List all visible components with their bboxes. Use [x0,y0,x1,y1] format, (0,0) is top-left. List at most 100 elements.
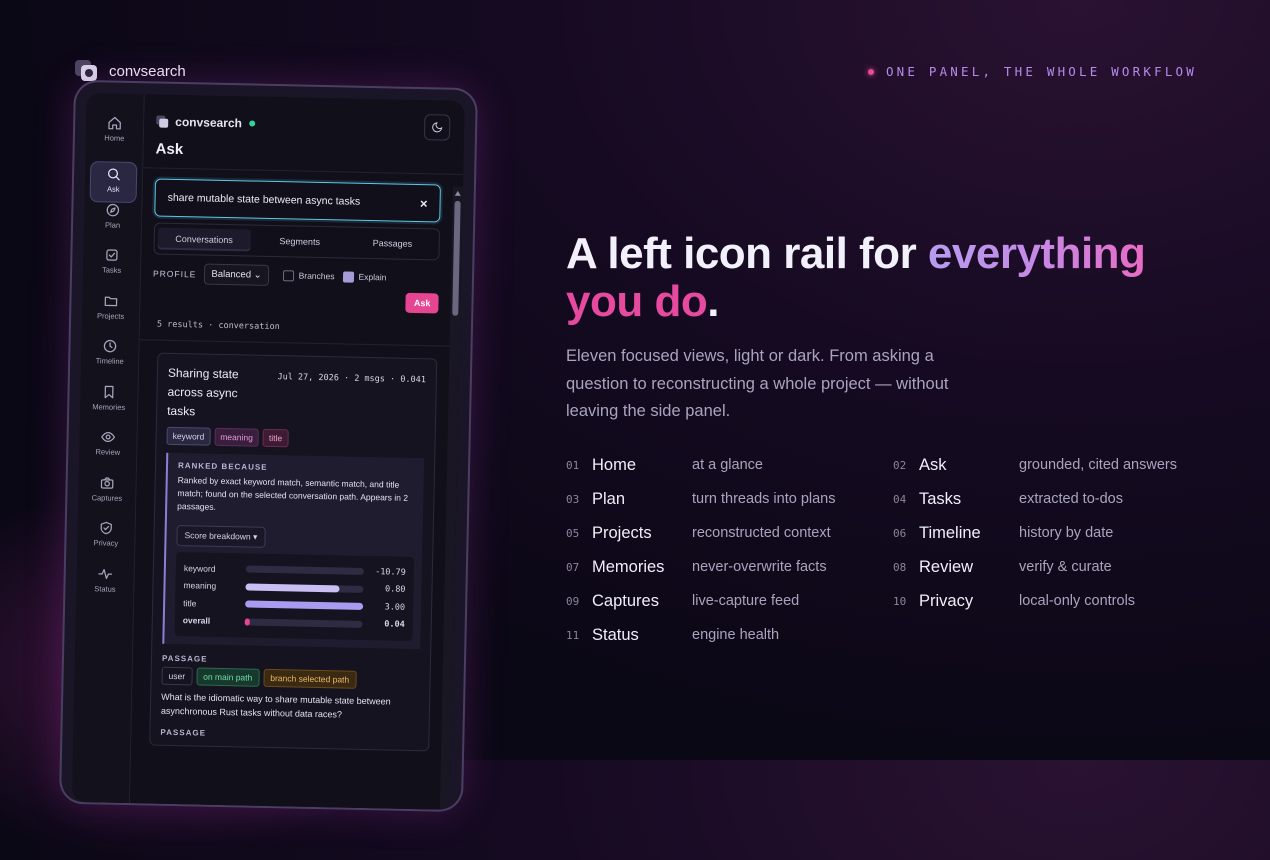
view-desc: verify & curate [1019,559,1112,575]
view-name: Review [919,558,1019,577]
view-number: 06 [893,527,919,540]
result-title[interactable]: Sharing state across async tasks [167,364,248,423]
score-name: overall [183,615,245,626]
view-desc: extracted to-dos [1019,491,1123,507]
result-card[interactable]: Sharing state across async tasks Jul 27,… [149,353,437,752]
tab-conversations[interactable]: Conversations [158,228,251,252]
view-name: Tasks [919,490,1019,509]
view-name: Plan [592,490,692,509]
bookmark-icon [101,384,116,399]
status-dot-icon [249,120,255,126]
rail-item-label: Review [95,447,120,457]
clear-search-icon[interactable]: × [420,196,428,211]
view-desc: grounded, cited answers [1019,457,1177,473]
view-item-projects: 05Projectsreconstructed context [566,516,893,550]
rail-item-label: Captures [92,493,123,503]
tag-main-path: on main path [196,667,260,686]
panel-header: convsearch [144,94,465,141]
tab-passages[interactable]: Passages [346,238,439,250]
score-track [245,601,363,610]
view-number: 02 [893,459,919,472]
score-name: meaning [183,580,245,591]
view-name: Memories [592,558,692,577]
search-icon [106,166,121,181]
view-desc: turn threads into plans [692,491,835,507]
profile-select[interactable]: Balanced ⌄ [204,264,269,286]
folder-icon [103,293,118,308]
score-value: 3.00 [363,602,405,613]
profile-label: PROFILE [153,268,197,279]
checkbox-icon [283,270,294,281]
passage-heading: PASSAGE [162,654,420,668]
tagline: ONE PANEL, THE WHOLE WORKFLOW [868,64,1197,79]
score-track [246,566,364,575]
rail-item-tasks[interactable]: Tasks [83,247,141,294]
ranked-because: RANKED BECAUSE Ranked by exact keyword m… [162,453,424,649]
caret-down-icon: ▾ [253,532,257,542]
view-number: 05 [566,527,592,540]
search-input[interactable]: share mutable state between async tasks … [154,178,441,222]
tag-user: user [161,667,192,686]
view-desc: at a glance [692,457,763,473]
view-number: 10 [893,595,919,608]
view-item-memories: 07Memoriesnever-overwrite facts [566,550,893,584]
rail-item-plan[interactable]: Plan [84,202,142,249]
view-name: Projects [592,524,692,543]
ask-button[interactable]: Ask [406,293,439,314]
rail-item-privacy[interactable]: Privacy [77,520,135,567]
view-name: Status [592,626,692,645]
passage-tags: user on main path branch selected path [161,667,419,690]
score-breakdown-button[interactable]: Score breakdown ▾ [176,525,265,548]
score-row-overall: overall 0.04 [183,612,405,634]
theme-toggle-button[interactable] [424,114,451,141]
hero-highlight: everything [928,229,1146,278]
scrollbar-thumb[interactable] [452,201,460,316]
brand-name: convsearch [109,63,186,80]
options-row: PROFILE Balanced ⌄ Branches Explain [153,262,439,289]
eye-icon [100,429,115,444]
passage-heading-2: PASSAGE [160,728,418,742]
view-item-ask: 02Askgrounded, cited answers [893,448,1206,482]
rail-item-label: Timeline [96,356,124,366]
rail-item-captures[interactable]: Captures [78,474,136,521]
score-value: 0.04 [363,619,405,630]
score-track [245,618,363,627]
device-screen: HomeAskPlanTasksProjectsTimelineMemories… [72,93,465,810]
ranked-heading: RANKED BECAUSE [178,461,416,475]
branches-checkbox[interactable]: Branches [283,270,335,282]
score-fill [245,618,250,625]
home-icon [107,115,122,130]
rail-item-ask[interactable]: Ask [90,161,138,203]
ask-row: Ask [152,287,438,313]
tag-title: title [263,429,289,448]
score-value: 0.80 [363,584,405,595]
rail-item-label: Tasks [102,265,121,274]
rail-item-status[interactable]: Status [76,565,134,612]
rail-item-home[interactable]: Home [85,115,143,162]
checkbox-icon [104,247,119,262]
view-item-timeline: 06Timelinehistory by date [893,516,1206,550]
rail-item-projects[interactable]: Projects [82,292,140,339]
view-number: 09 [566,595,592,608]
view-name: Home [592,456,692,475]
device-frame: HomeAskPlanTasksProjectsTimelineMemories… [61,82,476,810]
hero-period: . [707,277,719,326]
scroll-up-icon[interactable] [455,191,461,196]
explain-checkbox[interactable]: Explain [342,271,386,283]
view-item-status: 11Statusengine health [566,618,893,652]
score-value: -10.79 [364,567,406,578]
side-panel: convsearch Ask share mutable state betwe… [130,94,465,810]
views-list: 01Homeat a glance02Askgrounded, cited an… [566,448,1206,652]
rail-item-memories[interactable]: Memories [80,383,138,430]
search-query: share mutable state between async tasks [168,192,361,208]
rail-item-timeline[interactable]: Timeline [81,338,139,385]
tab-segments[interactable]: Segments [253,236,346,248]
view-item-tasks: 04Tasksextracted to-dos [893,482,1206,516]
score-name: keyword [184,563,246,574]
subtitle: Eleven focused views, light or dark. Fro… [566,343,966,426]
chevron-down-icon: ⌄ [254,270,262,281]
rail-item-label: Status [94,584,115,593]
view-number: 11 [566,629,592,642]
rail-item-review[interactable]: Review [79,429,137,476]
hero-line1: A left icon rail for [566,229,928,278]
